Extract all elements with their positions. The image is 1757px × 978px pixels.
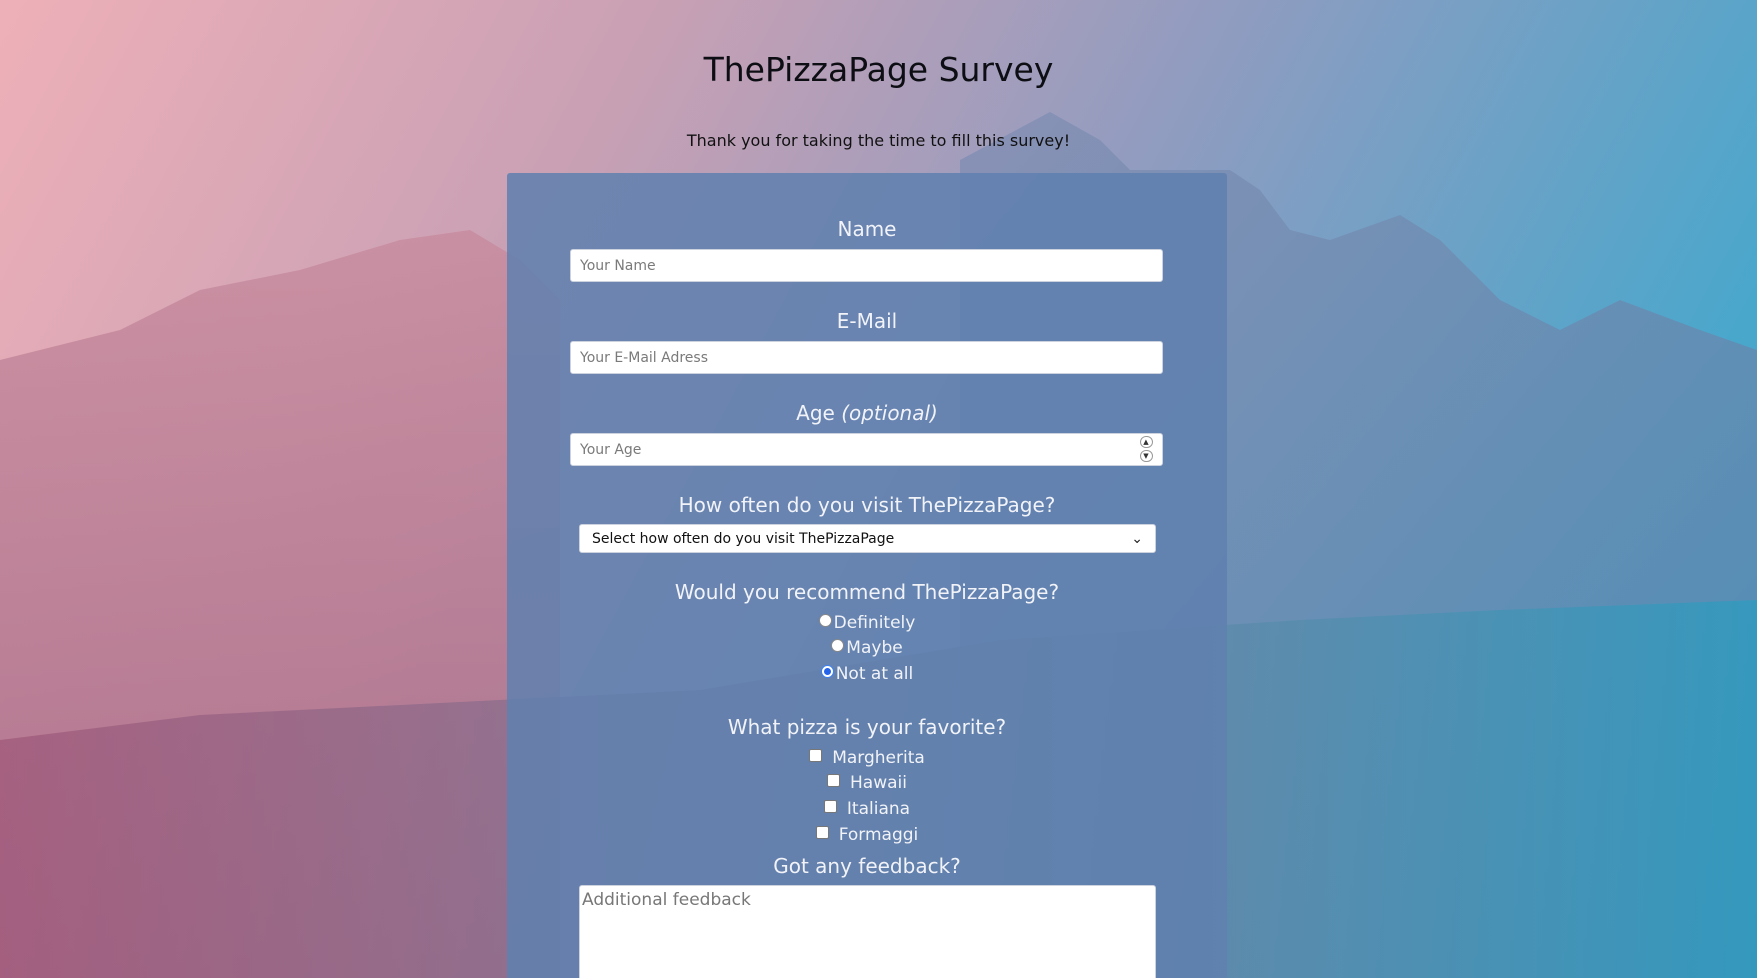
checkbox-label: Margherita bbox=[832, 748, 925, 768]
radio-label: Definitely bbox=[833, 613, 916, 633]
pizza-option-italiana[interactable]: Italiana bbox=[507, 797, 1227, 821]
checkbox-label: Italiana bbox=[846, 799, 911, 819]
number-spinner-icon[interactable]: ▲ ▼ bbox=[1139, 436, 1153, 462]
name-input[interactable] bbox=[570, 249, 1163, 282]
chevron-down-icon: ⌄ bbox=[1131, 530, 1143, 547]
page-description: Thank you for taking the time to fill th… bbox=[686, 131, 1071, 150]
name-label: Name bbox=[837, 217, 897, 241]
survey-form: Name E-Mail Age (optional) ▲ ▼ How often… bbox=[507, 173, 1227, 978]
favorite-pizza-label: What pizza is your favorite? bbox=[727, 715, 1007, 739]
spin-down-icon[interactable]: ▼ bbox=[1139, 450, 1153, 462]
visit-frequency-select[interactable]: Select how often do you visit ThePizzaPa… bbox=[579, 524, 1156, 553]
checkbox-label: Formaggi bbox=[838, 825, 919, 845]
pizza-option-margherita[interactable]: Margherita bbox=[507, 746, 1227, 770]
recommend-label: Would you recommend ThePizzaPage? bbox=[674, 580, 1060, 604]
checkbox-margherita[interactable] bbox=[809, 749, 823, 762]
radio-definitely[interactable] bbox=[818, 614, 832, 627]
radio-not-at-all[interactable] bbox=[820, 665, 834, 678]
recommend-option-definitely[interactable]: Definitely bbox=[507, 611, 1227, 635]
checkbox-hawaii[interactable] bbox=[827, 774, 841, 787]
email-label: E-Mail bbox=[836, 309, 898, 333]
visit-frequency-label: How often do you visit ThePizzaPage? bbox=[678, 493, 1056, 517]
feedback-textarea[interactable] bbox=[579, 885, 1156, 978]
recommend-option-not-at-all[interactable]: Not at all bbox=[507, 662, 1227, 686]
age-label: Age (optional) bbox=[507, 401, 1227, 425]
radio-label: Not at all bbox=[835, 664, 914, 684]
spin-up-icon[interactable]: ▲ bbox=[1139, 436, 1153, 448]
checkbox-italiana[interactable] bbox=[823, 800, 837, 813]
pizza-option-formaggi[interactable]: Formaggi bbox=[507, 823, 1227, 847]
page-title: ThePizzaPage Survey bbox=[703, 50, 1054, 89]
age-input[interactable] bbox=[570, 433, 1163, 466]
checkbox-formaggi[interactable] bbox=[815, 826, 829, 839]
email-input[interactable] bbox=[570, 341, 1163, 374]
age-optional-note: (optional) bbox=[841, 401, 938, 425]
feedback-label: Got any feedback? bbox=[773, 854, 961, 878]
radio-maybe[interactable] bbox=[831, 639, 845, 652]
radio-label: Maybe bbox=[846, 638, 903, 658]
age-label-text: Age bbox=[796, 401, 835, 425]
visit-frequency-selected: Select how often do you visit ThePizzaPa… bbox=[592, 530, 895, 547]
pizza-option-hawaii[interactable]: Hawaii bbox=[507, 771, 1227, 795]
recommend-option-maybe[interactable]: Maybe bbox=[507, 636, 1227, 660]
page: ThePizzaPage Survey Thank you for taking… bbox=[0, 0, 1757, 978]
checkbox-label: Hawaii bbox=[850, 773, 907, 793]
